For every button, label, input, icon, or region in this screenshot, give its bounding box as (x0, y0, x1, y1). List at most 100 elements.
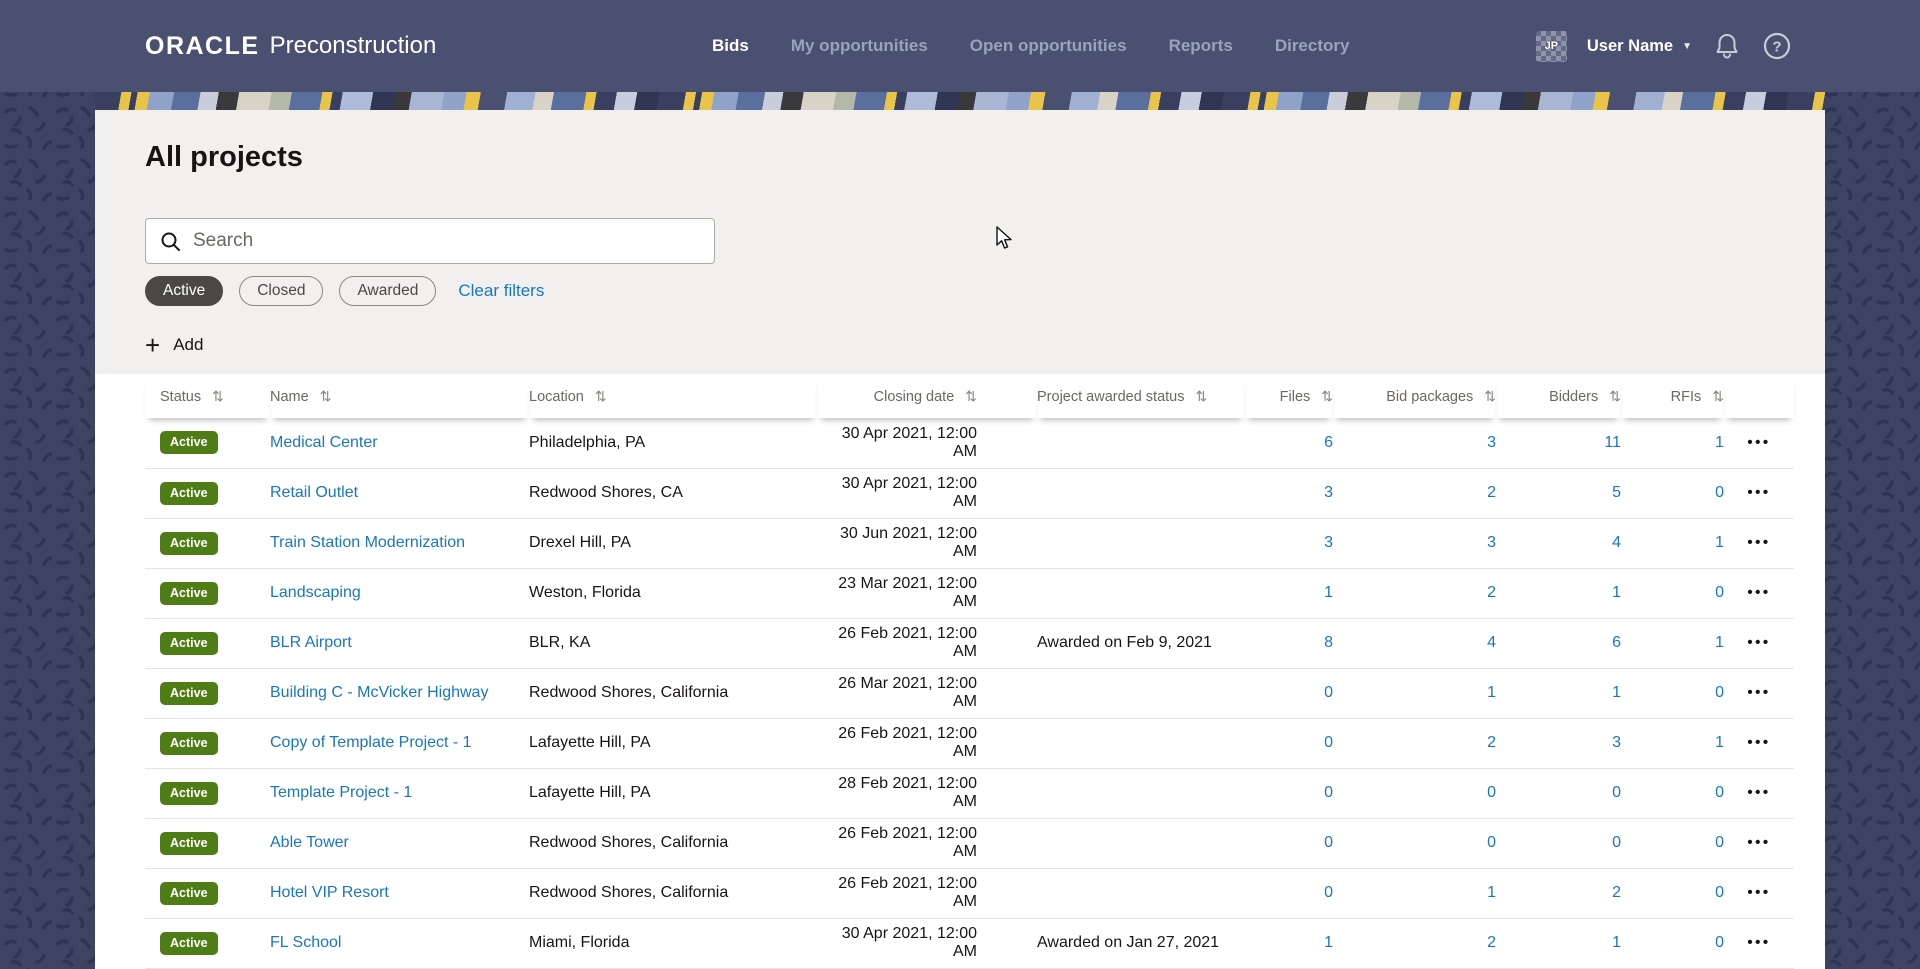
rfis-count-link[interactable]: 0 (1715, 584, 1724, 601)
bidders-cell: 1 (1496, 668, 1621, 719)
rfis-count-link[interactable]: 1 (1715, 634, 1724, 651)
project-name-link[interactable]: BLR Airport (270, 634, 352, 651)
column-header-name[interactable]: Name ⇅ (270, 374, 529, 418)
bid-packages-count-link[interactable]: 1 (1487, 884, 1496, 901)
files-count-link[interactable]: 0 (1324, 684, 1333, 701)
help-button[interactable]: ? (1762, 31, 1792, 61)
bidders-count-link[interactable]: 6 (1612, 634, 1621, 651)
awarded-status-cell: Awarded on Jan 27, 2021 (1037, 918, 1245, 969)
project-name-link[interactable]: Medical Center (270, 434, 378, 451)
row-menu-button[interactable]: ••• (1747, 934, 1770, 951)
nav-item-reports[interactable]: Reports (1169, 36, 1233, 56)
sort-icon: ⇅ (1484, 387, 1496, 404)
project-name-link[interactable]: Retail Outlet (270, 484, 358, 501)
project-name-link[interactable]: Hotel VIP Resort (270, 884, 389, 901)
files-count-link[interactable]: 0 (1324, 784, 1333, 801)
column-header-project-awarded-status[interactable]: Project awarded status ⇅ (1037, 374, 1245, 418)
bid-packages-count-link[interactable]: 4 (1487, 634, 1496, 651)
column-header-rfis[interactable]: RFIs ⇅ (1621, 374, 1724, 418)
files-count-link[interactable]: 3 (1324, 484, 1333, 501)
bid-packages-count-link[interactable]: 0 (1487, 834, 1496, 851)
bidders-count-link[interactable]: 11 (1604, 434, 1621, 451)
column-header-status[interactable]: Status ⇅ (145, 374, 270, 418)
project-name-link[interactable]: Able Tower (270, 834, 349, 851)
files-count-link[interactable]: 0 (1324, 884, 1333, 901)
add-project-button[interactable]: + Add (145, 328, 203, 362)
row-menu-button[interactable]: ••• (1747, 784, 1770, 801)
nav-item-bids[interactable]: Bids (712, 36, 749, 56)
bid-packages-count-link[interactable]: 2 (1487, 934, 1496, 951)
clear-filters-link[interactable]: Clear filters (458, 281, 544, 301)
nav-item-directory[interactable]: Directory (1275, 36, 1350, 56)
bidders-count-link[interactable]: 1 (1612, 934, 1621, 951)
bid-packages-count-link[interactable]: 3 (1487, 534, 1496, 551)
filter-chip-active[interactable]: Active (145, 276, 224, 306)
rfis-count-link[interactable]: 1 (1715, 734, 1724, 751)
column-header-location[interactable]: Location ⇅ (529, 374, 817, 418)
files-count-link[interactable]: 8 (1324, 634, 1333, 651)
filter-chip-awarded[interactable]: Awarded (339, 276, 437, 306)
bidders-count-link[interactable]: 2 (1612, 884, 1621, 901)
row-menu-button[interactable]: ••• (1747, 434, 1770, 451)
bid-packages-count-link[interactable]: 2 (1487, 734, 1496, 751)
files-count-link[interactable]: 0 (1324, 834, 1333, 851)
rfis-count-link[interactable]: 0 (1715, 884, 1724, 901)
status-cell: Active (145, 568, 270, 619)
rfis-count-link[interactable]: 1 (1715, 434, 1724, 451)
column-header-closing-date[interactable]: Closing date ⇅ (817, 374, 1037, 418)
project-name-link[interactable]: Train Station Modernization (270, 534, 465, 551)
rfis-count-link[interactable]: 0 (1715, 684, 1724, 701)
files-count-link[interactable]: 6 (1324, 434, 1333, 451)
rfis-count-link[interactable]: 0 (1715, 784, 1724, 801)
notifications-button[interactable] (1712, 31, 1742, 61)
rfis-count-link[interactable]: 0 (1715, 484, 1724, 501)
user-menu[interactable]: User Name ▼ (1587, 37, 1692, 56)
bidders-count-link[interactable]: 5 (1612, 484, 1621, 501)
project-name-link[interactable]: Copy of Template Project - 1 (270, 734, 472, 751)
bidders-count-link[interactable]: 4 (1612, 534, 1621, 551)
row-menu-button[interactable]: ••• (1747, 884, 1770, 901)
bidders-count-link[interactable]: 1 (1612, 584, 1621, 601)
row-menu-button[interactable]: ••• (1747, 584, 1770, 601)
column-header-bid-packages[interactable]: Bid packages ⇅ (1333, 374, 1496, 418)
project-name-link[interactable]: FL School (270, 934, 341, 951)
rfis-count-link[interactable]: 1 (1715, 534, 1724, 551)
row-menu-button[interactable]: ••• (1747, 484, 1770, 501)
files-count-link[interactable]: 1 (1324, 584, 1333, 601)
bidders-count-link[interactable]: 0 (1612, 834, 1621, 851)
bid-packages-count-link[interactable]: 0 (1487, 784, 1496, 801)
project-name-link[interactable]: Landscaping (270, 584, 361, 601)
row-menu-button[interactable]: ••• (1747, 834, 1770, 851)
plus-icon: + (145, 330, 161, 360)
files-count-link[interactable]: 3 (1324, 534, 1333, 551)
avatar[interactable]: JP (1535, 30, 1567, 62)
sort-icon: ⇅ (1609, 387, 1621, 404)
nav-item-open-opportunities[interactable]: Open opportunities (970, 36, 1127, 56)
files-count-link[interactable]: 1 (1324, 934, 1333, 951)
search-input[interactable] (193, 230, 700, 252)
filter-chip-closed[interactable]: Closed (239, 276, 324, 306)
column-header-files[interactable]: Files ⇅ (1245, 374, 1333, 418)
row-menu-button[interactable]: ••• (1747, 534, 1770, 551)
row-menu-button[interactable]: ••• (1747, 634, 1770, 651)
bidders-count-link[interactable]: 3 (1612, 734, 1621, 751)
row-menu-button[interactable]: ••• (1747, 684, 1770, 701)
bidders-count-link[interactable]: 1 (1612, 684, 1621, 701)
project-name-link[interactable]: Template Project - 1 (270, 784, 412, 801)
name-cell: Building C - McVicker Highway (270, 668, 529, 719)
all-projects-panel: All projects Active Closed Awarded Clear… (95, 92, 1825, 969)
row-menu-button[interactable]: ••• (1747, 734, 1770, 751)
chip-label: Active (163, 282, 206, 299)
files-count-link[interactable]: 0 (1324, 734, 1333, 751)
bid-packages-count-link[interactable]: 2 (1487, 484, 1496, 501)
bid-packages-count-link[interactable]: 3 (1487, 434, 1496, 451)
nav-item-my-opportunities[interactable]: My opportunities (791, 36, 928, 56)
bid-packages-count-link[interactable]: 2 (1487, 584, 1496, 601)
rfis-count-link[interactable]: 0 (1715, 834, 1724, 851)
projects-table-container: Status ⇅ Name ⇅ Location ⇅ Closing date ⇅ Pr… (95, 374, 1825, 969)
column-header-bidders[interactable]: Bidders ⇅ (1496, 374, 1621, 418)
rfis-count-link[interactable]: 0 (1715, 934, 1724, 951)
project-name-link[interactable]: Building C - McVicker Highway (270, 684, 488, 701)
bidders-count-link[interactable]: 0 (1612, 784, 1621, 801)
bid-packages-count-link[interactable]: 1 (1487, 684, 1496, 701)
